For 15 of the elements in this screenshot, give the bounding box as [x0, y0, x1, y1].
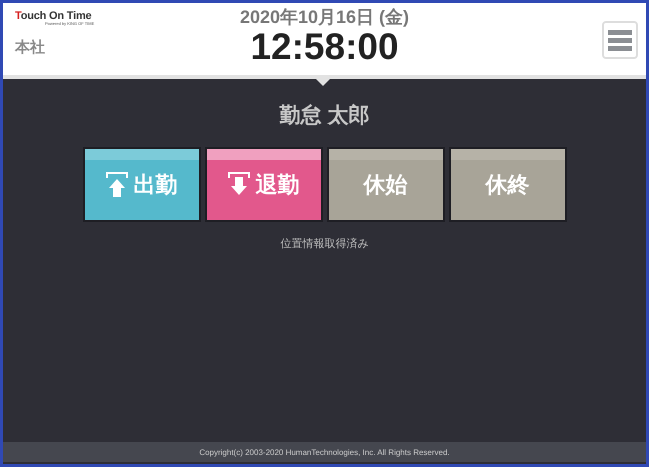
employee-name: 勤怠 太郎 — [280, 102, 370, 129]
date-label: 2020年10月16日 (金) — [240, 7, 410, 27]
punch-button[interactable]: 退勤 — [204, 147, 322, 222]
punch-button[interactable]: 休終 — [448, 147, 566, 222]
punch-button[interactable]: 出勤 — [82, 147, 200, 222]
location-status: 位置情報取得済み — [280, 236, 368, 251]
brand-logo: Touch On Time — [15, 10, 92, 22]
menu-button[interactable] — [602, 21, 638, 59]
location-label: 本社 — [15, 38, 45, 57]
menu-icon — [607, 27, 633, 53]
punch-button[interactable]: 休始 — [326, 147, 444, 222]
up-arrow-icon — [106, 172, 128, 198]
copyright-text: Copyright(c) 2003-2020 HumanTechnologies, Inc. All Rights Reserved. — [199, 448, 450, 456]
down-arrow-icon — [228, 172, 250, 198]
clock-time: 12:58:00 — [250, 27, 399, 67]
